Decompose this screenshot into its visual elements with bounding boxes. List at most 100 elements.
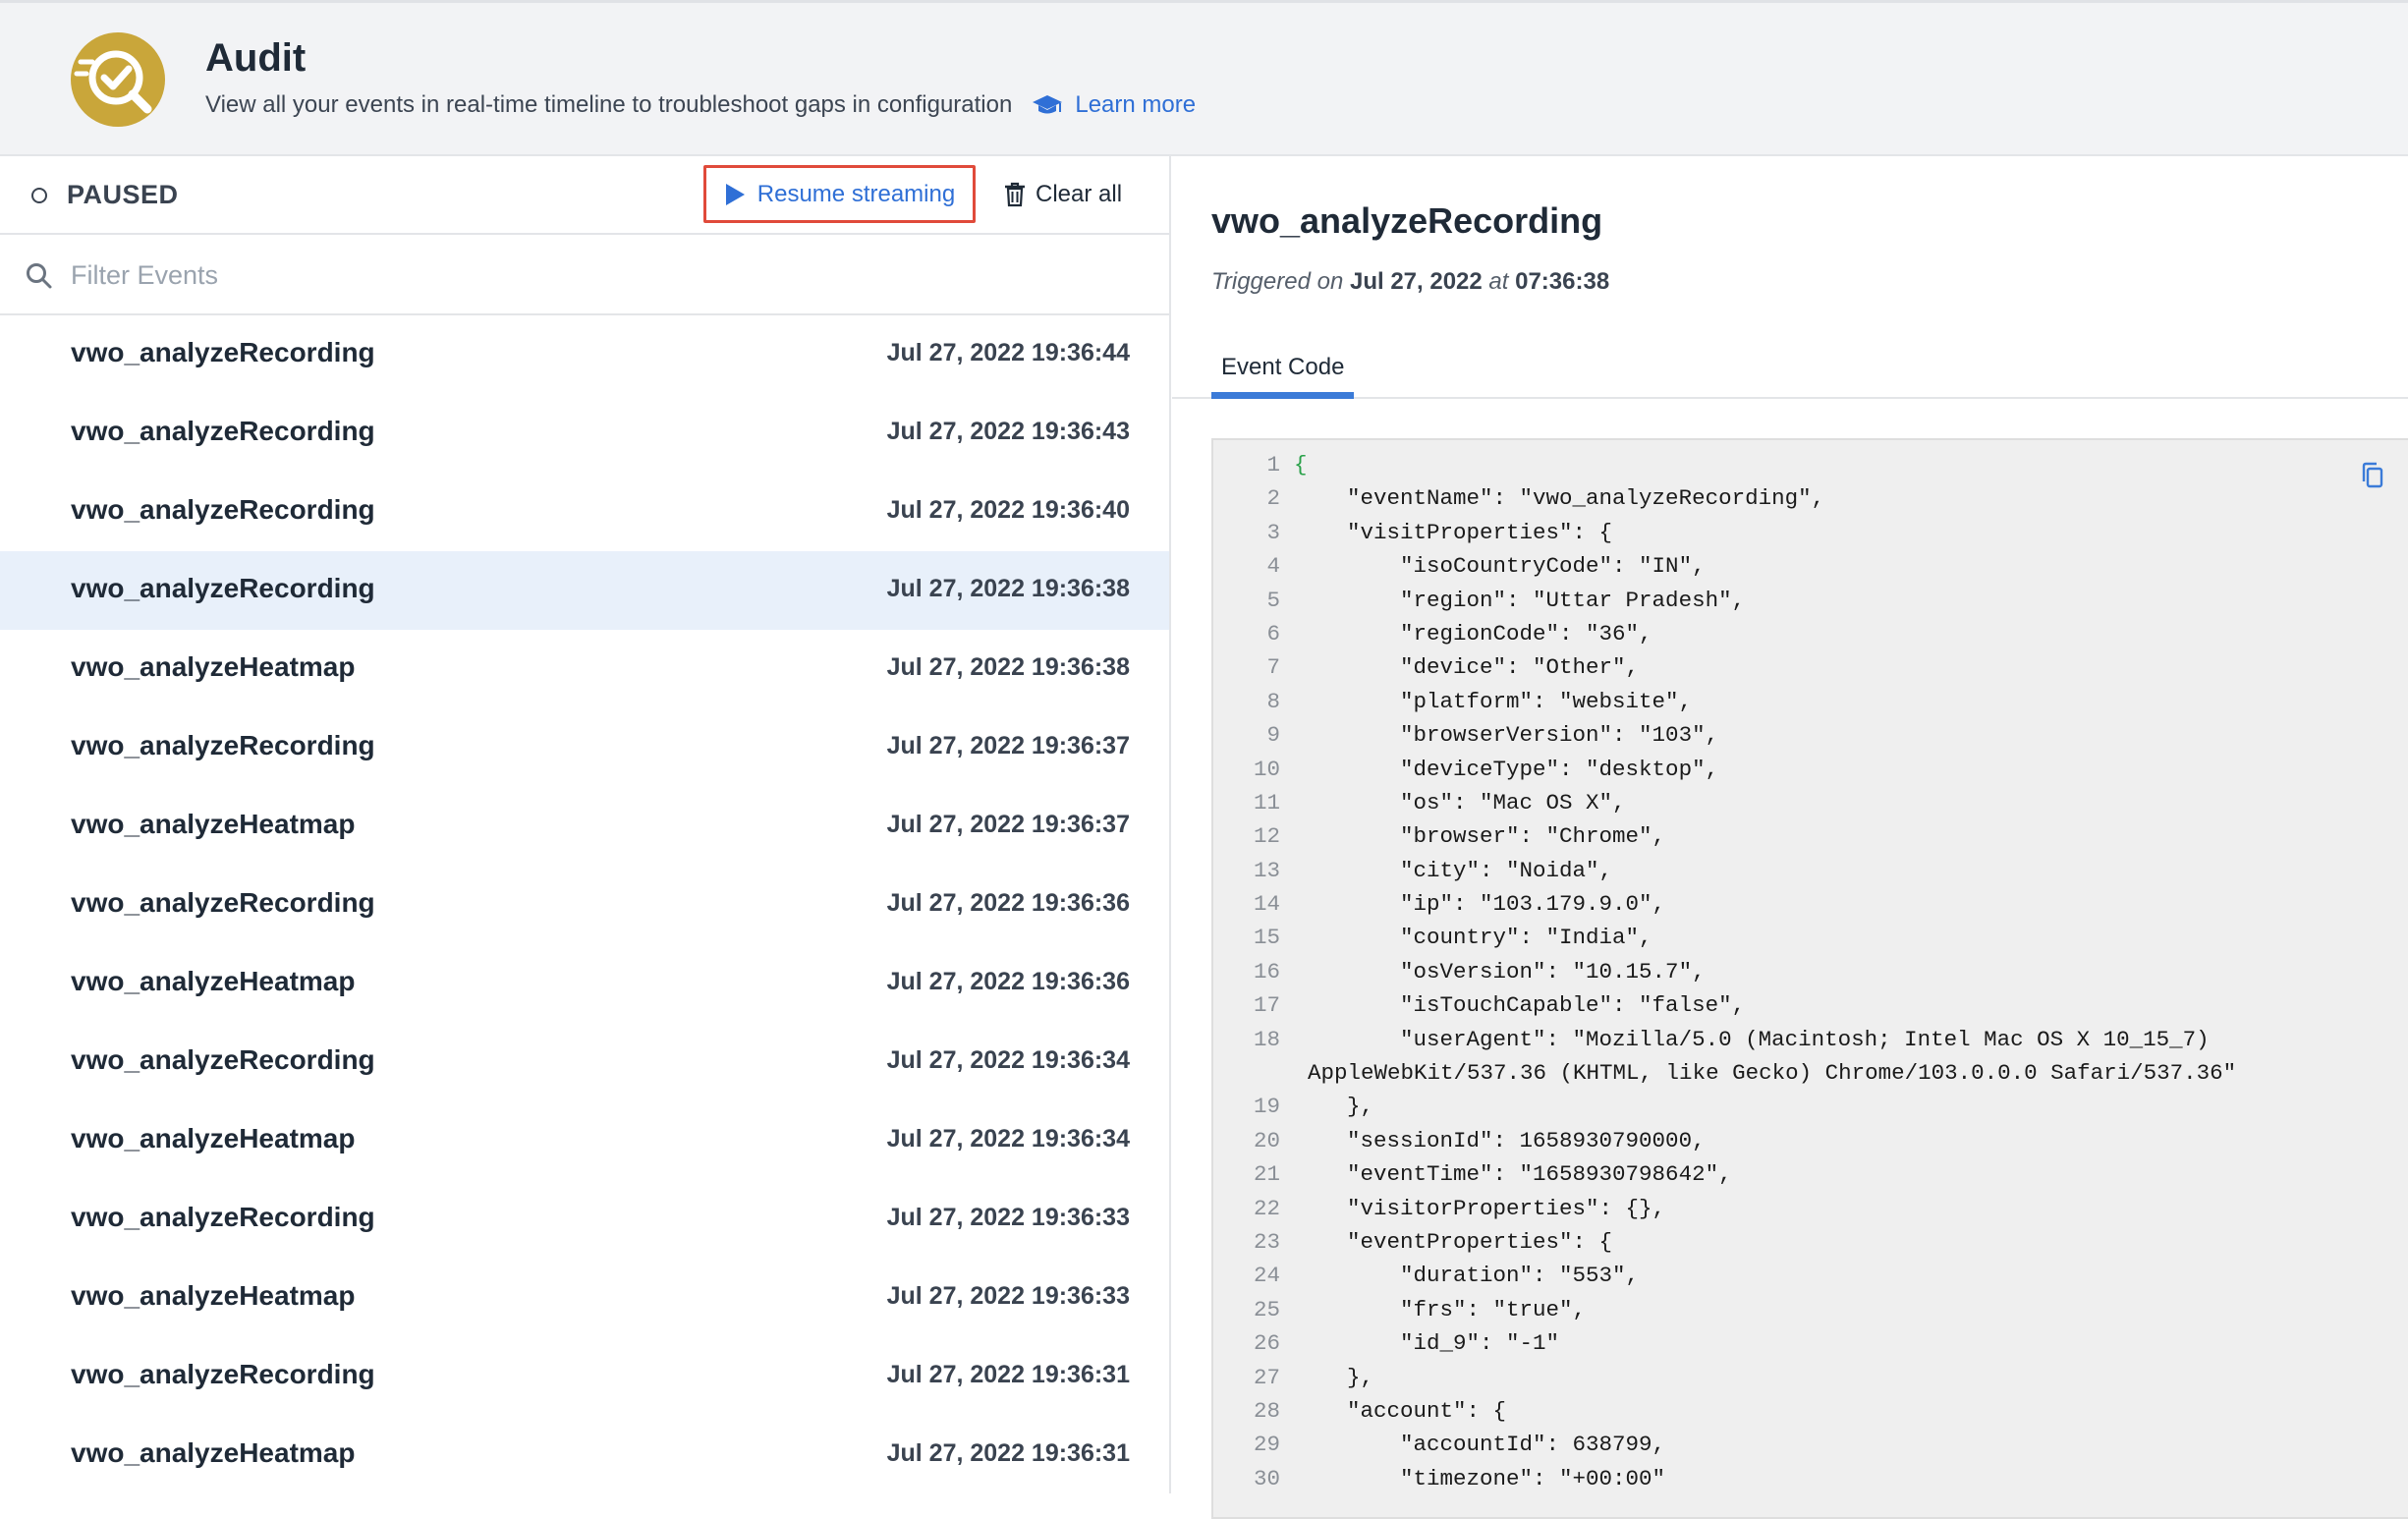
line-number: 1 <box>1266 452 1280 478</box>
event-row[interactable]: vwo_analyzeHeatmap Jul 27, 2022 19:36:34 <box>0 1101 1169 1180</box>
code-text: "isTouchCapable": "false", <box>1294 992 1746 1019</box>
event-list-panel: PAUSED Resume streaming Clear all vwo_an… <box>0 156 1171 1493</box>
event-timestamp: Jul 27, 2022 19:36:43 <box>886 418 1130 445</box>
code-text: "browserVersion": "103", <box>1294 722 1719 749</box>
page-subtitle: View all your events in real-time timeli… <box>205 91 1196 119</box>
code-text: "duration": "553", <box>1294 1263 1640 1289</box>
event-name: vwo_analyzeRecording <box>71 337 375 367</box>
event-timestamp: Jul 27, 2022 19:36:31 <box>886 1361 1130 1388</box>
event-row[interactable]: vwo_analyzeHeatmap Jul 27, 2022 19:36:31 <box>0 1416 1169 1493</box>
code-line: 28 "account": { <box>1213 1398 2408 1432</box>
code-text: "id_9": "-1" <box>1294 1330 1560 1357</box>
event-name: vwo_analyzeHeatmap <box>71 1280 356 1311</box>
line-number: 4 <box>1266 553 1280 580</box>
event-row[interactable]: vwo_analyzeRecording Jul 27, 2022 19:36:4… <box>0 473 1169 551</box>
event-row[interactable]: vwo_analyzeHeatmap Jul 27, 2022 19:36:38 <box>0 630 1169 708</box>
event-list: vwo_analyzeRecording Jul 27, 2022 19:36:4… <box>0 315 1169 1493</box>
event-timestamp: Jul 27, 2022 19:36:33 <box>886 1282 1130 1310</box>
line-number: 15 <box>1253 925 1280 951</box>
line-number: 29 <box>1253 1432 1280 1458</box>
code-line: 4 "isoCountryCode": "IN", <box>1213 553 2408 587</box>
stream-toolbar: PAUSED Resume streaming Clear all <box>0 156 1169 235</box>
event-name: vwo_analyzeRecording <box>71 1202 375 1232</box>
line-number: 10 <box>1253 756 1280 782</box>
line-number: 11 <box>1253 789 1280 816</box>
event-name: vwo_analyzeRecording <box>71 416 375 446</box>
stream-status: PAUSED <box>31 180 179 210</box>
clear-all-label: Clear all <box>1036 181 1123 207</box>
code-text: "country": "India", <box>1294 925 1652 951</box>
code-text: }, <box>1294 1364 1374 1390</box>
code-lines: 1{2 "eventName": "vwo_analyzeRecording",… <box>1213 452 2408 1499</box>
line-number: 23 <box>1253 1228 1280 1255</box>
code-text: "isoCountryCode": "IN", <box>1294 553 1706 580</box>
event-name: vwo_analyzeRecording <box>71 494 375 525</box>
event-timestamp: Jul 27, 2022 19:36:33 <box>886 1204 1130 1231</box>
code-line: 14 "ip": "103.179.9.0", <box>1213 891 2408 925</box>
code-line: 26 "id_9": "-1" <box>1213 1330 2408 1364</box>
code-line: 19 }, <box>1213 1094 2408 1127</box>
code-line: 7 "device": "Other", <box>1213 654 2408 688</box>
event-timestamp: Jul 27, 2022 19:36:38 <box>886 653 1130 681</box>
event-row[interactable]: vwo_analyzeHeatmap Jul 27, 2022 19:36:37 <box>0 787 1169 866</box>
code-text: "os": "Mac OS X", <box>1294 789 1626 816</box>
line-number: 13 <box>1253 857 1280 883</box>
code-text: "platform": "website", <box>1294 688 1693 714</box>
triggered-date: Jul 27, 2022 <box>1349 268 1483 295</box>
code-line: 22 "visitorProperties": {}, <box>1213 1196 2408 1229</box>
code-line: 17 "isTouchCapable": "false", <box>1213 992 2408 1026</box>
event-name: vwo_analyzeRecording <box>71 1044 375 1075</box>
code-text: "region": "Uttar Pradesh", <box>1294 587 1746 613</box>
code-line: 2 "eventName": "vwo_analyzeRecording", <box>1213 485 2408 519</box>
event-name: vwo_analyzeRecording <box>71 1359 375 1389</box>
audit-logo-icon <box>71 32 165 127</box>
clear-all-button[interactable]: Clear all <box>1004 174 1122 215</box>
event-row[interactable]: vwo_analyzeRecording Jul 27, 2022 19:36:4… <box>0 394 1169 473</box>
line-number: 24 <box>1253 1263 1280 1289</box>
event-row[interactable]: vwo_analyzeHeatmap Jul 27, 2022 19:36:36 <box>0 944 1169 1023</box>
code-line: 5 "region": "Uttar Pradesh", <box>1213 588 2408 621</box>
code-line: 11 "os": "Mac OS X", <box>1213 790 2408 823</box>
resume-streaming-button[interactable]: Resume streaming <box>703 165 976 223</box>
code-line: 8 "platform": "website", <box>1213 689 2408 722</box>
line-number: 26 <box>1253 1330 1280 1357</box>
line-number: 6 <box>1266 620 1280 647</box>
triggered-info: Triggered on Jul 27, 2022 at 07:36:38 <box>1211 268 1609 296</box>
play-icon <box>725 183 745 205</box>
line-number: 12 <box>1253 823 1280 850</box>
event-name: vwo_analyzeHeatmap <box>71 651 356 682</box>
event-row[interactable]: vwo_analyzeRecording Jul 27, 2022 19:36:3… <box>0 551 1169 630</box>
status-circle-icon <box>31 187 47 203</box>
event-row[interactable]: vwo_analyzeRecording Jul 27, 2022 19:36:3… <box>0 1023 1169 1101</box>
line-number: 5 <box>1266 587 1280 613</box>
event-name: vwo_analyzeRecording <box>71 887 375 918</box>
code-line: 13 "city": "Noida", <box>1213 858 2408 891</box>
code-text: "city": "Noida", <box>1294 857 1613 883</box>
event-row[interactable]: vwo_analyzeRecording Jul 27, 2022 19:36:3… <box>0 708 1169 787</box>
line-number: 17 <box>1253 992 1280 1019</box>
code-text: "osVersion": "10.15.7", <box>1294 958 1706 985</box>
event-timestamp: Jul 27, 2022 19:36:34 <box>886 1125 1130 1153</box>
code-line: 21 "eventTime": "1658930798642", <box>1213 1161 2408 1195</box>
tab-event-code[interactable]: Event Code <box>1211 343 1355 399</box>
line-number: 25 <box>1253 1296 1280 1322</box>
line-number: 9 <box>1266 722 1280 749</box>
line-number: 7 <box>1266 654 1280 681</box>
code-line: 18 "userAgent": "Mozilla/5.0 (Macintosh;… <box>1213 1027 2408 1060</box>
page-description: View all your events in real-time timeli… <box>205 91 1013 118</box>
code-line: AppleWebKit/537.36 (KHTML, like Gecko) C… <box>1213 1060 2408 1094</box>
line-number: 22 <box>1253 1195 1280 1221</box>
event-row[interactable]: vwo_analyzeRecording Jul 27, 2022 19:36:3… <box>0 866 1169 944</box>
learn-more-link[interactable]: Learn more <box>1032 91 1196 119</box>
event-code-viewer[interactable]: 1{2 "eventName": "vwo_analyzeRecording",… <box>1211 438 2408 1519</box>
event-row[interactable]: vwo_analyzeRecording Jul 27, 2022 19:36:3… <box>0 1337 1169 1416</box>
event-row[interactable]: vwo_analyzeRecording Jul 27, 2022 19:36:3… <box>0 1180 1169 1259</box>
event-timestamp: Jul 27, 2022 19:36:44 <box>886 339 1130 366</box>
filter-events-input[interactable] <box>71 253 1132 298</box>
code-text: "regionCode": "36", <box>1294 620 1652 647</box>
event-row[interactable]: vwo_analyzeHeatmap Jul 27, 2022 19:36:33 <box>0 1259 1169 1337</box>
line-number: 3 <box>1266 519 1280 545</box>
code-line: 23 "eventProperties": { <box>1213 1229 2408 1263</box>
triggered-prefix: Triggered on <box>1211 268 1344 295</box>
event-row[interactable]: vwo_analyzeRecording Jul 27, 2022 19:36:4… <box>0 315 1169 394</box>
